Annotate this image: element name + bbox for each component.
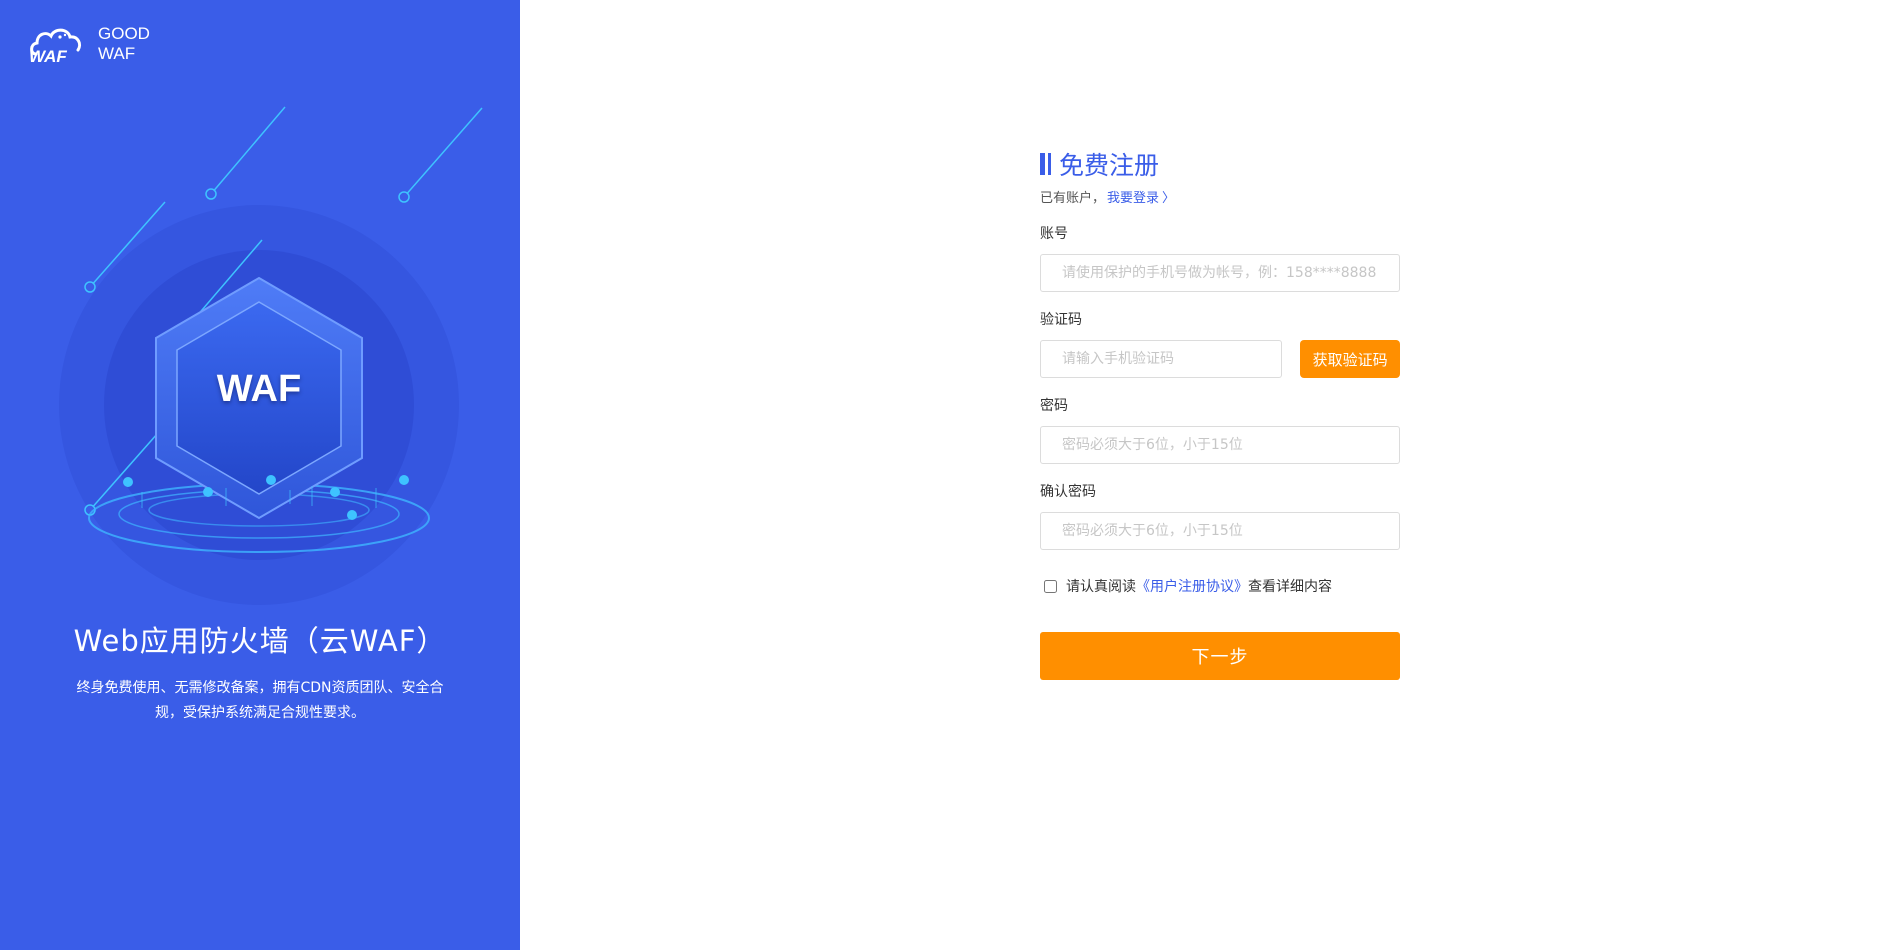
logo-text-line2: WAF [98, 44, 136, 63]
form-title: 免费注册 [1059, 151, 1160, 180]
agree-suffix: 查看详细内容 [1248, 579, 1332, 595]
form-heading: 免费注册 [1040, 150, 1400, 180]
confirm-password-label: 确认密码 [1040, 484, 1096, 500]
password-label: 密码 [1040, 398, 1068, 414]
logo-text: GOOD WAF [98, 24, 150, 64]
account-label: 账号 [1040, 226, 1068, 242]
login-link[interactable]: 我要登录 [1107, 187, 1159, 206]
password-input[interactable] [1040, 426, 1400, 464]
svg-text:WAF: WAF [29, 47, 67, 64]
hexagon-waf-shield-icon [59, 106, 483, 605]
register-form: 免费注册 已有账户， 我要登录 〉 账号 验证码 获取验证码 密码 确认密码 请… [1040, 150, 1400, 680]
logo-text-line1: GOOD [98, 24, 150, 43]
logo[interactable]: WAF GOOD WAF [28, 24, 150, 64]
cloud-waf-logo-icon: WAF [29, 28, 82, 64]
agreement-row: 请认真阅读 《用户注册协议》 查看详细内容 [1040, 576, 1400, 596]
account-input[interactable] [1040, 254, 1400, 292]
get-code-button[interactable]: 获取验证码 [1300, 340, 1400, 378]
agree-prefix: 请认真阅读 [1066, 579, 1136, 595]
login-hint: 已有账户， 我要登录 〉 [1040, 186, 1400, 206]
heading-accent-bar [1040, 153, 1051, 175]
agree-checkbox[interactable] [1044, 579, 1057, 593]
code-row: 获取验证码 [1040, 340, 1400, 378]
confirm-password-input[interactable] [1040, 512, 1400, 550]
chevron-right-icon[interactable]: 〉 [1162, 187, 1175, 206]
brand-panel: WAF GOOD WAF WAF Web应用防火墙（云WAF） 终身免费使用、无… [0, 0, 520, 950]
next-step-button[interactable]: 下一步 [1040, 632, 1400, 680]
code-label: 验证码 [1040, 312, 1082, 328]
hexagon-label: WAF [216, 368, 302, 410]
brand-description: 终身免费使用、无需修改备案，拥有CDN资质团队、安全合规，受保护系统满足合规性要… [76, 680, 444, 721]
brand-title: Web应用防火墙（云WAF） [73, 624, 447, 658]
agreement-link[interactable]: 《用户注册协议》 [1136, 576, 1248, 596]
has-account-text: 已有账户， [1040, 190, 1106, 206]
code-input[interactable] [1040, 340, 1283, 378]
